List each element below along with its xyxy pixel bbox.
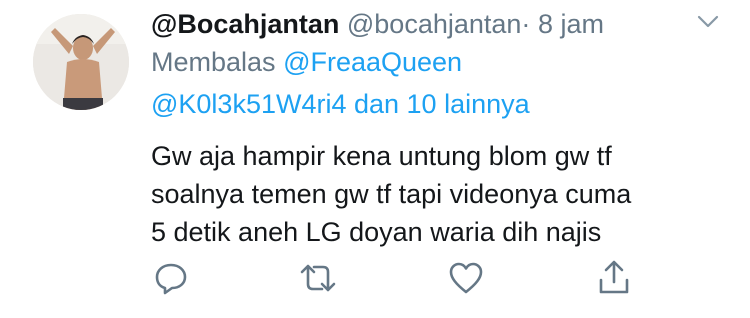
tweet[interactable]: @Bocahjantan @bocahjantan· 8 jam Membala… [0, 0, 750, 318]
like-button[interactable] [446, 258, 486, 298]
tweet-text-line: Gw aja hampir kena untung blom gw tf [151, 141, 612, 171]
share-icon [599, 260, 629, 294]
tweet-text-line: soalnya temen gw tf tapi videonya cuma [151, 179, 632, 209]
reply-others-link[interactable]: @K0l3k51W4ri4 dan 10 lainnya [151, 87, 530, 121]
retweet-button[interactable] [298, 258, 338, 298]
reply-prefix: Membalas [151, 47, 276, 77]
timestamp[interactable]: 8 jam [538, 9, 604, 39]
reply-button[interactable] [151, 258, 191, 298]
separator-dot: · [521, 9, 531, 39]
retweet-icon [300, 264, 336, 292]
reply-icon [155, 263, 187, 295]
reply-context: Membalas @FreaaQueen [151, 45, 462, 79]
user-handle[interactable]: @bocahjantan [347, 9, 522, 39]
tweet-actions [0, 258, 750, 298]
share-button[interactable] [594, 258, 634, 298]
display-name[interactable]: @Bocahjantan [151, 9, 339, 39]
chevron-down-icon[interactable] [694, 10, 722, 34]
heart-icon [449, 262, 483, 294]
avatar-image [33, 14, 129, 110]
reply-mention-link[interactable]: @FreaaQueen [283, 47, 462, 77]
tweet-header: @Bocahjantan @bocahjantan· 8 jam [151, 6, 604, 42]
avatar[interactable] [33, 14, 129, 110]
tweet-text-line: 5 detik aneh LG doyan waria dih najis [151, 217, 602, 247]
tweet-text: Gw aja hampir kena untung blom gw tf soa… [151, 137, 731, 251]
